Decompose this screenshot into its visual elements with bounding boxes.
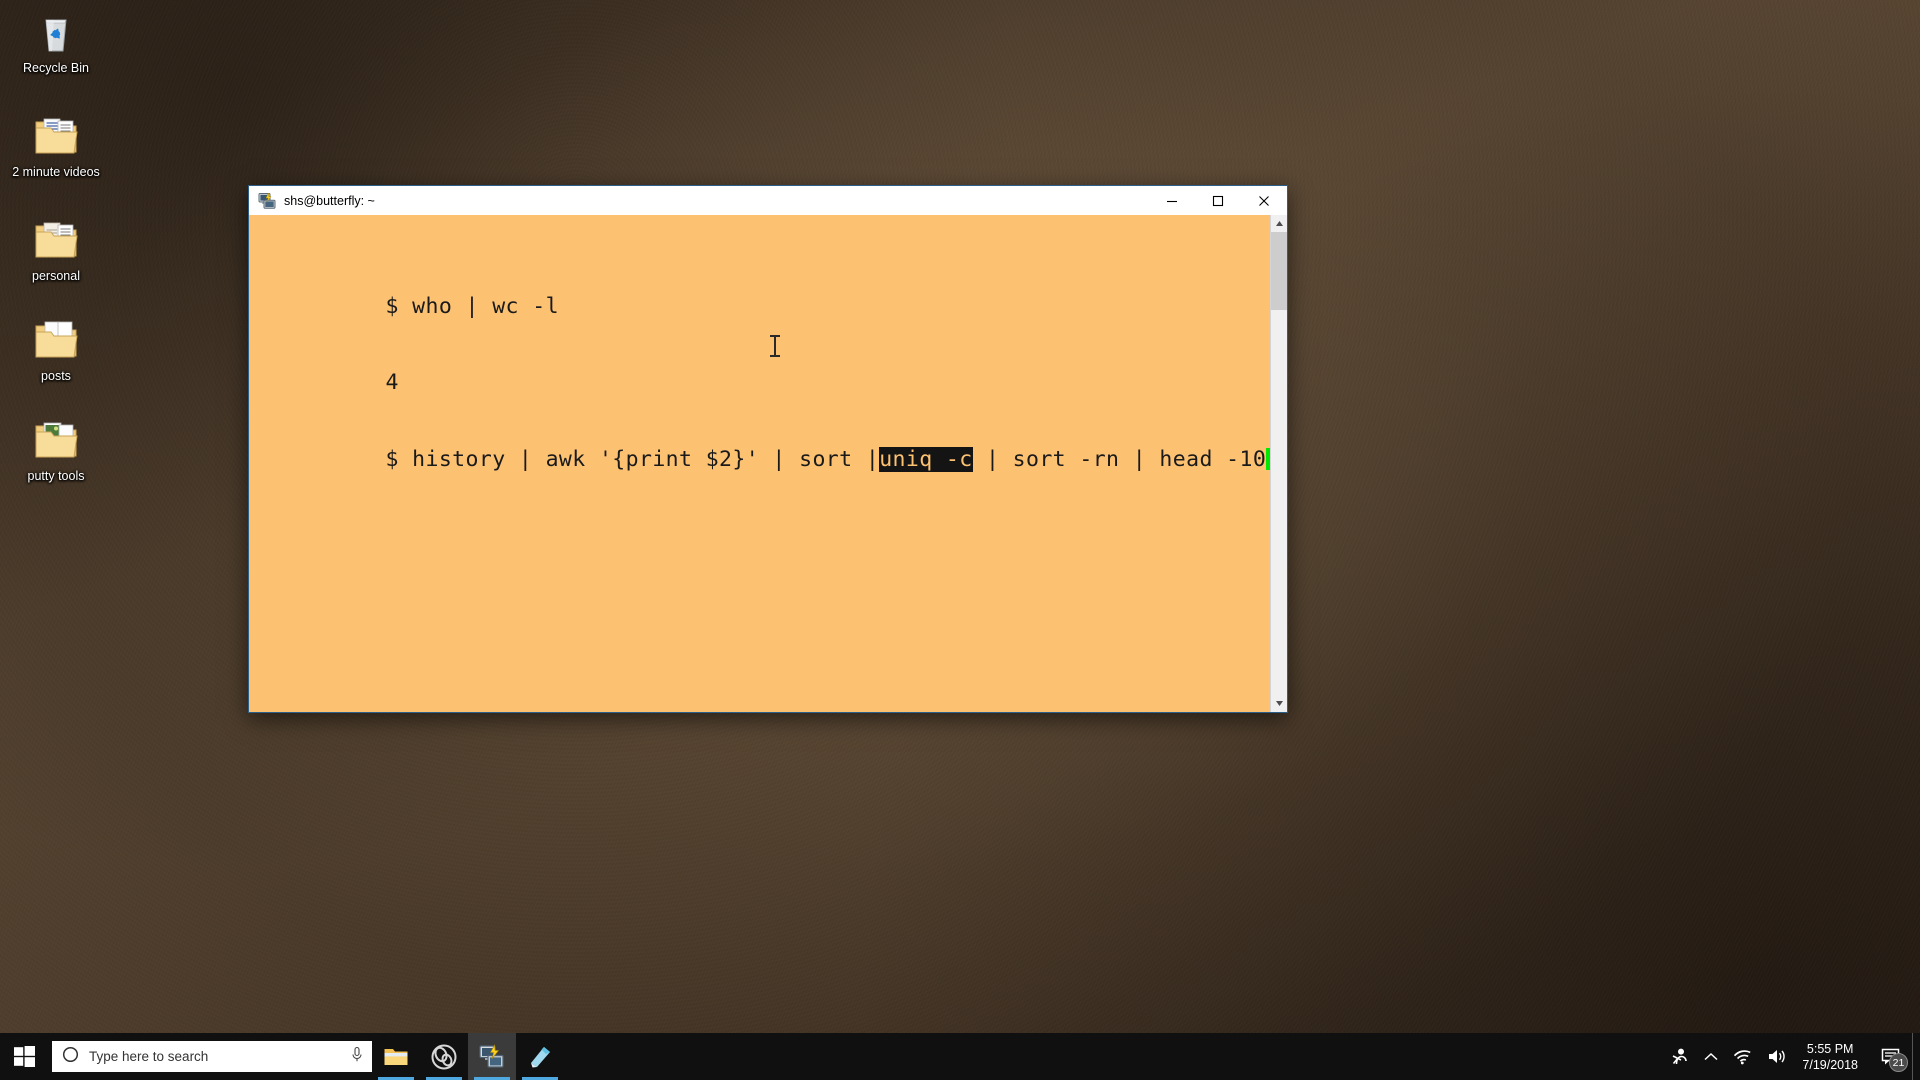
terminal-line: 4 (252, 345, 1270, 395)
scrollbar-thumb[interactable] (1271, 232, 1287, 310)
folder-documents-icon (32, 112, 80, 160)
terminal-text: | sort -rn | head -10 (972, 446, 1267, 472)
terminal-area: $ who | wc -l 4 $ history | awk '{print … (249, 215, 1287, 712)
terminal-text: $ history | awk '{print $2}' | sort | (385, 446, 880, 472)
recycle-bin-icon (32, 8, 80, 56)
taskbar-app-obs-studio[interactable] (420, 1033, 468, 1080)
scrollbar-track[interactable] (1271, 232, 1287, 695)
text-mouse-cursor (770, 335, 780, 357)
desktop-icon-posts[interactable]: posts (10, 316, 102, 384)
putty-icon (258, 191, 276, 210)
maximize-button[interactable] (1195, 186, 1241, 215)
search-placeholder: Type here to search (89, 1049, 209, 1064)
show-hidden-icons-chevron[interactable] (1696, 1033, 1726, 1080)
desktop-icon-label: posts (41, 369, 71, 383)
scroll-down-arrow[interactable] (1271, 695, 1287, 712)
desktop-icon-2-minute-videos[interactable]: 2 minute videos (10, 112, 102, 180)
terminal-text-highlighted: uniq -c (879, 446, 973, 472)
window-controls (1149, 186, 1287, 215)
folder-documents-icon (32, 216, 80, 264)
folder-picture-icon (32, 416, 80, 464)
terminal-text: $ who | wc -l (385, 293, 559, 319)
search-input[interactable]: Type here to search (52, 1041, 372, 1072)
action-center-icon[interactable]: 21 (1870, 1033, 1912, 1080)
terminal-scrollbar[interactable] (1270, 215, 1287, 712)
desktop-icon-personal[interactable]: personal (10, 216, 102, 284)
folder-open-icon (32, 316, 80, 364)
desktop-icon-recycle-bin[interactable]: Recycle Bin (10, 8, 102, 76)
taskbar: Type here to search 5:55 PM 7/19/2018 21 (0, 1033, 1920, 1080)
taskbar-app-file-explorer[interactable] (372, 1033, 420, 1080)
notification-count-badge: 21 (1889, 1053, 1908, 1072)
terminal-screen[interactable]: $ who | wc -l 4 $ history | awk '{print … (249, 215, 1270, 712)
desktop-background[interactable]: Recycle Bin 2 minute videos personal pos… (0, 0, 1920, 1080)
desktop-icon-label: 2 minute videos (12, 165, 100, 179)
search-circle-icon (62, 1046, 79, 1068)
scroll-up-arrow[interactable] (1271, 215, 1287, 232)
terminal-line: $ who | wc -l (252, 268, 1270, 319)
taskbar-app-putty[interactable] (468, 1033, 516, 1080)
clock-time: 5:55 PM (1806, 1041, 1854, 1056)
system-tray: 5:55 PM 7/19/2018 21 (1663, 1033, 1920, 1080)
taskbar-app-paint-3d[interactable] (516, 1033, 564, 1080)
people-icon[interactable] (1663, 1033, 1696, 1080)
show-desktop-button[interactable] (1912, 1033, 1920, 1080)
taskbar-clock[interactable]: 5:55 PM 7/19/2018 (1794, 1033, 1870, 1080)
microphone-icon[interactable] (350, 1046, 364, 1068)
desktop-icon-label: Recycle Bin (23, 61, 89, 75)
minimize-button[interactable] (1149, 186, 1195, 215)
window-titlebar[interactable]: shs@butterfly: ~ (249, 186, 1287, 215)
terminal-line: $ history | awk '{print $2}' | sort |uni… (252, 421, 1270, 472)
volume-icon[interactable] (1760, 1033, 1794, 1080)
terminal-text: 4 (385, 370, 399, 395)
desktop-icon-label: personal (32, 269, 80, 283)
close-button[interactable] (1241, 186, 1287, 215)
network-wifi-icon[interactable] (1726, 1033, 1760, 1080)
windows-start-icon[interactable] (0, 1033, 48, 1080)
putty-terminal-window[interactable]: shs@butterfly: ~ $ who | wc -l 4 $ histo… (248, 185, 1288, 713)
clock-date: 7/19/2018 (1802, 1057, 1858, 1072)
desktop-icon-label: putty tools (27, 469, 85, 483)
window-title: shs@butterfly: ~ (284, 193, 375, 208)
desktop-icon-putty-tools[interactable]: putty tools (10, 416, 102, 484)
